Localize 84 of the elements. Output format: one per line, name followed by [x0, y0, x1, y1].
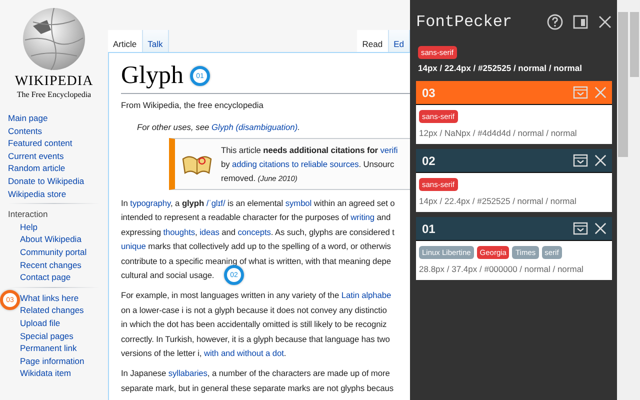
link[interactable]: verifi	[380, 144, 398, 154]
dock-panel-icon	[573, 15, 588, 29]
link[interactable]: unique	[121, 241, 146, 252]
paragraph-line: contribute to a specific meaning of what is written, with that meaning depe	[121, 254, 391, 268]
card-number: 02	[422, 154, 436, 168]
card-number: 01	[422, 222, 436, 236]
view-tab[interactable]: Ed	[388, 30, 410, 52]
link[interactable]: symbol	[285, 198, 312, 208]
link[interactable]: thoughts	[163, 226, 196, 237]
scrollbar-thumb[interactable]	[630, 12, 639, 77]
nav-link[interactable]: Random article	[8, 162, 108, 175]
help-icon	[547, 14, 563, 30]
close-icon	[594, 86, 607, 99]
section-heading: Interaction	[7, 208, 49, 221]
dock-button[interactable]	[573, 15, 588, 29]
collapse-icon	[573, 86, 588, 99]
nav-link[interactable]: Help	[20, 220, 108, 234]
nav-link[interactable]: Upload file	[20, 316, 108, 330]
notice-line: by adding citations to reliable sources. Unsourc	[221, 158, 396, 170]
close-button[interactable]	[594, 222, 607, 235]
article-subtitle: From Wikipedia, the free encyclopedia	[121, 100, 264, 110]
link[interactable]: /ˈɡlɪf/	[206, 198, 226, 208]
globe-logo-icon	[21, 6, 87, 72]
link[interactable]: syllabaries	[168, 368, 208, 378]
nav-link[interactable]: Current events	[8, 150, 108, 162]
card-number: 03	[422, 86, 436, 100]
link[interactable]: Latin alphabe	[341, 290, 392, 300]
nav-link[interactable]: About Wikipedia	[20, 233, 108, 246]
nav-link[interactable]: Contact page	[20, 271, 108, 284]
nav-link[interactable]: What links here	[20, 292, 108, 304]
paragraph-line: In Japanese syllabaries, a number of the characters are made up of more	[121, 367, 390, 380]
nav-link[interactable]: Wikidata item	[20, 367, 108, 380]
notice-line: This article needs additional citations for verifi	[221, 144, 398, 156]
nav-link[interactable]: Community portal	[20, 246, 108, 259]
close-button[interactable]	[594, 154, 607, 167]
view-tab[interactable]: Read	[357, 30, 389, 52]
paragraph-line: in which the dot has been accidentally omitted is still likely to be recogniz	[121, 318, 387, 332]
link[interactable]: Glyph (disambiguation)	[211, 122, 298, 132]
nav-link[interactable]: Featured content	[8, 137, 108, 150]
collapse-button[interactable]	[573, 154, 588, 167]
paragraph-line: In typography, a glyph /ˈɡlɪf/ is an elemental symbol within an agreed set o	[121, 197, 395, 210]
paragraph-line: on a lower-case i is not a glyph because it does not convey any distinctio	[121, 304, 387, 317]
font-details: 14px / 22.4px / #252525 / normal / normal	[419, 196, 578, 206]
collapse-icon	[573, 154, 588, 167]
nav-link[interactable]: Donate to Wikipedia	[8, 174, 108, 188]
link[interactable]: ideas	[200, 226, 220, 237]
link[interactable]: typography	[130, 198, 170, 208]
nav-link[interactable]: Contents	[8, 124, 108, 138]
close-icon	[594, 222, 607, 235]
close-icon	[598, 15, 612, 29]
page-tab[interactable]: Article	[108, 30, 143, 52]
paragraph-line: intended to represent a readable character for the purposes of writing and	[121, 211, 391, 224]
nav-link[interactable]: Page information	[20, 354, 108, 368]
panel-title: FontPecker	[416, 13, 514, 31]
paragraph-line: expressing thoughts, ideas and concepts. As such, glyphs are considered t	[121, 226, 394, 239]
close-icon	[594, 154, 607, 167]
paragraph-line: cultural and social usage.	[121, 269, 214, 282]
link[interactable]: writing	[350, 212, 374, 222]
font-details: 12px / NaNpx / #4d4d4d / normal / normal	[419, 128, 578, 138]
hatnote: For other uses, see Glyph (disambiguation).	[137, 122, 301, 132]
paragraph-line: separate mark, but in general these separate marks are not glyphs becaus	[121, 382, 394, 395]
font-details: 14px / 22.4px / #252525 / normal / normal	[418, 63, 583, 73]
font-details: 28.8px / 37.4px / #000000 / normal / normal	[419, 264, 584, 274]
paragraph-line: unique marks that collectively add up to the spelling of a word, or otherwis	[121, 240, 391, 254]
page-tab[interactable]: Talk	[142, 30, 169, 52]
scrollbar-thumb[interactable]	[618, 12, 628, 157]
nav-link[interactable]: Main page	[8, 112, 108, 125]
nav-link[interactable]: Wikipedia store	[8, 188, 108, 200]
link[interactable]: concepts	[238, 226, 271, 237]
collapse-button[interactable]	[573, 222, 588, 235]
paragraph-line: For example, in most languages written in any variety of the Latin alphabe	[121, 289, 392, 302]
link[interactable]: with and without a dot	[204, 348, 284, 358]
tagline: The Free Encyclopedia	[16, 90, 92, 99]
nav-link[interactable]: Permanent link	[20, 342, 108, 355]
wordmark: WIKIPEDIA	[14, 74, 94, 90]
close-button[interactable]	[598, 15, 612, 29]
paragraph-line: versions of the letter i, with and without a dot.	[121, 347, 286, 360]
nav-link[interactable]: Recent changes	[20, 258, 108, 272]
nav-link[interactable]: Related changes	[20, 304, 108, 317]
nav-link[interactable]: Special pages	[20, 330, 108, 342]
paragraph-line: correctly. In Turkish, however, it is a glyph because that language has two	[121, 332, 390, 346]
help-button[interactable]	[547, 14, 563, 30]
collapse-icon	[573, 222, 588, 235]
link[interactable]: adding citations to reliable sources	[232, 158, 359, 168]
